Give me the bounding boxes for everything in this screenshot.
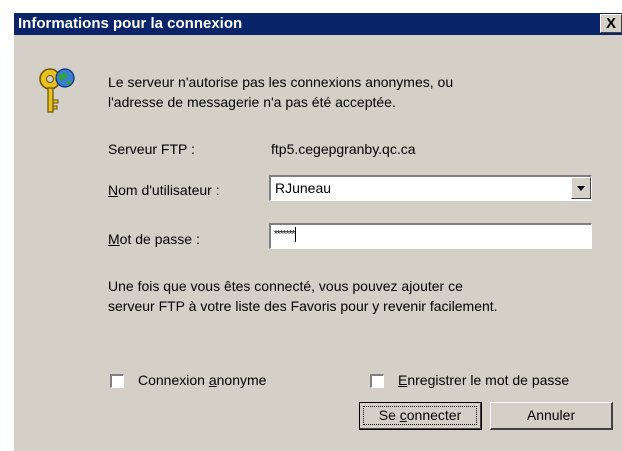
username-label-text: om d'utilisateur :	[118, 182, 220, 198]
password-masked-value: *******	[274, 227, 297, 242]
chevron-down-icon	[577, 186, 585, 191]
background-left	[0, 0, 14, 451]
password-field[interactable]: *******	[269, 223, 592, 249]
favorites-hint-line1: Une fois que vous êtes connecté, vous po…	[108, 278, 463, 294]
username-label-accesskey: N	[108, 182, 119, 198]
keys-icon	[39, 68, 75, 113]
username-label: Nom d'utilisateur :	[108, 182, 220, 198]
login-dialog: Informations pour la connexion X Le serv…	[0, 0, 622, 451]
password-label: Mot de passe :	[108, 231, 200, 247]
anonymous-label[interactable]: Connexion anonyme	[138, 372, 266, 388]
save-password-checkbox[interactable]	[370, 374, 384, 388]
password-label-text: ot de passe :	[119, 231, 200, 247]
info-message-line2: l'adresse de messagerie n'a pas été acce…	[108, 94, 396, 110]
connect-button[interactable]: Se connecter	[359, 402, 482, 430]
anonymous-checkbox[interactable]	[110, 374, 124, 388]
username-combobox[interactable]: RJuneau	[269, 175, 592, 201]
info-message: Le serveur n'autorise pas les connexions…	[108, 72, 578, 112]
close-button[interactable]: X	[600, 14, 622, 33]
focus-ring	[363, 406, 477, 425]
favorites-hint-line2: serveur FTP à votre liste des Favoris po…	[108, 298, 498, 314]
cancel-button[interactable]: Annuler	[490, 402, 613, 430]
background-top	[0, 0, 622, 13]
server-value: ftp5.cegepgranby.qc.ca	[271, 141, 416, 157]
title-bar[interactable]: Informations pour la connexion X	[14, 13, 622, 35]
info-message-line1: Le serveur n'autorise pas les connexions…	[108, 74, 454, 90]
save-password-label[interactable]: Enregistrer le mot de passe	[398, 372, 569, 388]
password-label-accesskey: M	[108, 231, 120, 247]
close-icon: X	[605, 15, 616, 32]
favorites-hint: Une fois que vous êtes connecté, vous po…	[108, 276, 598, 316]
username-dropdown-button[interactable]	[571, 177, 591, 199]
window-title: Informations pour la connexion	[18, 15, 243, 32]
username-value[interactable]: RJuneau	[275, 180, 331, 196]
server-label: Serveur FTP :	[108, 141, 195, 157]
